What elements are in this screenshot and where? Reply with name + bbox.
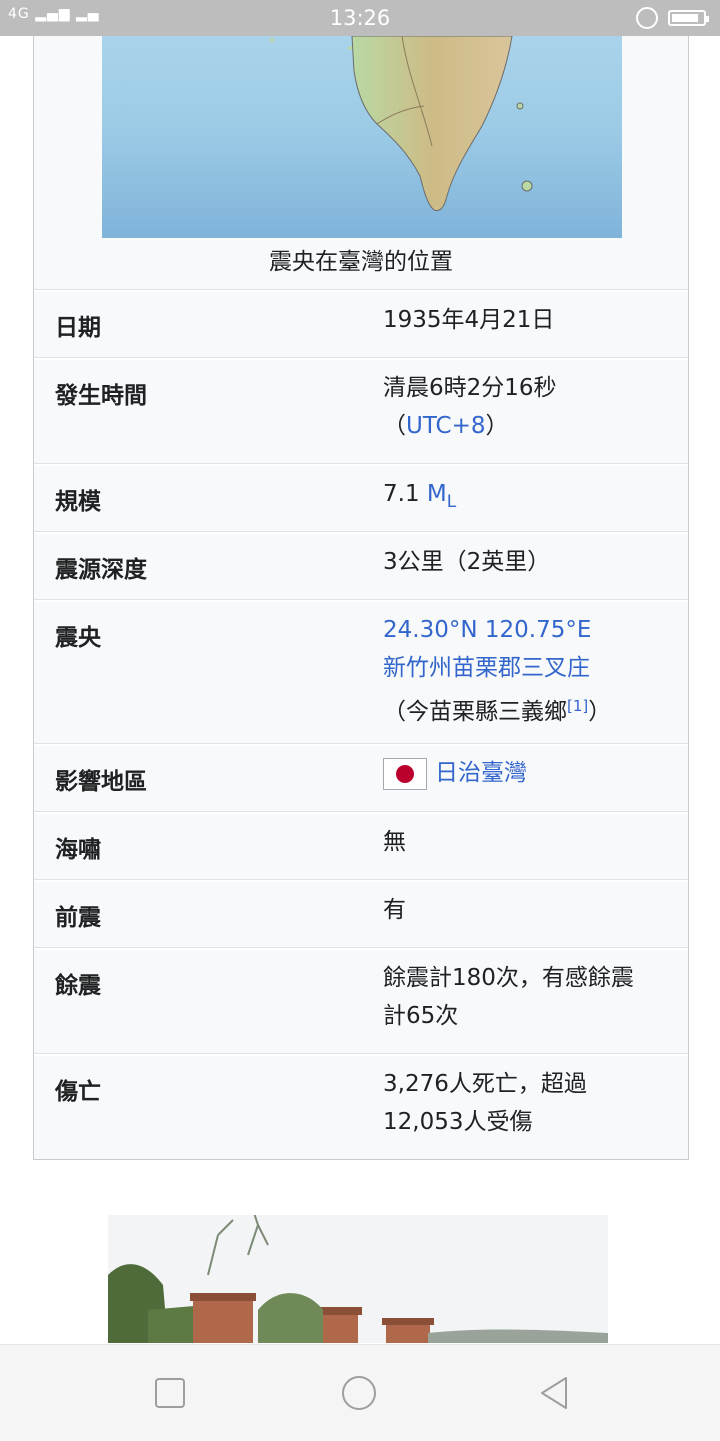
- row-value: 日治臺灣: [383, 754, 678, 792]
- note-close: ）: [588, 699, 612, 725]
- row-label: 日期: [55, 315, 101, 341]
- magnitude-scale-link[interactable]: ML: [426, 481, 456, 512]
- row-magnitude: 規模 7.1 ML: [34, 464, 688, 532]
- timezone-link[interactable]: UTC+8: [406, 413, 486, 439]
- row-affected-area: 影響地區 日治臺灣: [34, 744, 688, 812]
- row-value: 有: [383, 897, 406, 923]
- row-label: 傷亡: [55, 1079, 101, 1105]
- map-caption: 震央在臺灣的位置: [269, 249, 453, 275]
- status-bar: 4G ▂▄▆ ▂▄ 13:26: [0, 0, 720, 36]
- system-nav-bar: [0, 1344, 720, 1441]
- row-value: 餘震計180次，有感餘震 計65次: [383, 959, 678, 1035]
- aftershock-line2: 計65次: [383, 1003, 459, 1029]
- row-label: 前震: [55, 905, 101, 931]
- taiwan-map-graphic: [270, 36, 533, 211]
- row-value: 1935年4月21日: [383, 307, 555, 333]
- rotation-lock-icon: [636, 7, 658, 29]
- note-text: （今苗栗縣三義鄉: [383, 699, 567, 725]
- row-value: 3,276人死亡，超過 12,053人受傷: [383, 1065, 678, 1141]
- epicenter-map[interactable]: [102, 36, 622, 238]
- back-icon[interactable]: [536, 1375, 572, 1411]
- photo-graphic: [108, 1215, 608, 1343]
- paren-close: ）: [485, 413, 509, 439]
- place-link[interactable]: 新竹州苗栗郡三叉庄: [383, 649, 678, 687]
- timezone-line: （UTC+8）: [383, 407, 678, 445]
- row-depth: 震源深度 3公里（2英里）: [34, 532, 688, 600]
- row-tsunami: 海嘯 無: [34, 812, 688, 880]
- earthquake-infobox: 震央在臺灣的位置 日期 1935年4月21日 發生時間 清晨6時2分16秒 （U…: [33, 36, 689, 1160]
- row-epicenter: 震央 24.30°N 120.75°E 新竹州苗栗郡三叉庄 （今苗栗縣三義鄉[1…: [34, 600, 688, 744]
- row-label: 影響地區: [55, 769, 147, 795]
- row-time: 發生時間 清晨6時2分16秒 （UTC+8）: [34, 358, 688, 464]
- time-text: 清晨6時2分16秒: [383, 375, 557, 401]
- coordinates-link[interactable]: 24.30°N 120.75°E: [383, 611, 678, 649]
- row-date: 日期 1935年4月21日: [34, 290, 688, 358]
- battery-icon: [668, 10, 709, 26]
- row-value: 24.30°N 120.75°E 新竹州苗栗郡三叉庄 （今苗栗縣三義鄉[1]）: [383, 611, 678, 731]
- present-place-note: （今苗栗縣三義鄉[1]）: [383, 687, 678, 731]
- clock: 13:26: [329, 6, 391, 30]
- casualties-line1: 3,276人死亡，超過: [383, 1071, 587, 1097]
- recent-apps-icon[interactable]: [152, 1375, 188, 1411]
- casualties-line2: 12,053人受傷: [383, 1109, 533, 1135]
- reference-link[interactable]: [1]: [567, 697, 588, 715]
- row-label: 餘震: [55, 973, 101, 999]
- row-label: 發生時間: [55, 383, 147, 409]
- row-value: 無: [383, 829, 406, 855]
- aftershock-line1: 餘震計180次，有感餘震: [383, 965, 634, 991]
- row-value: 7.1 ML: [383, 475, 678, 521]
- row-label: 規模: [55, 489, 101, 515]
- row-value: 3公里（2英里）: [383, 549, 551, 575]
- paren-open: （: [383, 413, 406, 439]
- row-aftershock: 餘震 餘震計180次，有感餘震 計65次: [34, 948, 688, 1054]
- ruins-photo[interactable]: [108, 1215, 608, 1343]
- scale-letter: M: [426, 481, 447, 507]
- row-casualties: 傷亡 3,276人死亡，超過 12,053人受傷: [34, 1054, 688, 1160]
- row-label: 震央: [55, 625, 101, 651]
- home-icon[interactable]: [341, 1375, 377, 1411]
- row-value: 清晨6時2分16秒 （UTC+8）: [383, 369, 678, 445]
- scale-subscript: L: [446, 492, 457, 512]
- magnitude-number: 7.1: [383, 481, 420, 507]
- affected-area-link[interactable]: 日治臺灣: [435, 760, 527, 786]
- row-label: 震源深度: [55, 557, 147, 583]
- row-foreshock: 前震 有: [34, 880, 688, 948]
- japan-flag-icon: [383, 757, 427, 790]
- row-label: 海嘯: [55, 837, 101, 863]
